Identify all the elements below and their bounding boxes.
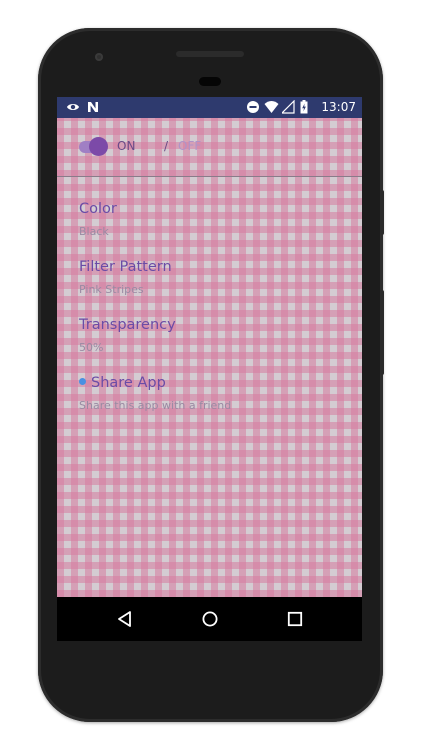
battery-icon bbox=[300, 100, 308, 114]
pref-title: Share App bbox=[79, 375, 231, 392]
status-time: 13:07 bbox=[321, 100, 356, 114]
on-label[interactable]: ON bbox=[117, 139, 135, 153]
toggle-thumb[interactable] bbox=[89, 137, 108, 156]
screen: 13:07 ON / OFF Color Black Filter Patter… bbox=[57, 97, 362, 597]
eye-icon bbox=[67, 104, 79, 110]
pref-summary: Share this app with a friend bbox=[79, 399, 232, 412]
pref-summary: 50% bbox=[79, 341, 104, 354]
pref-share-app[interactable]: Share App Share this app with a friend bbox=[79, 375, 231, 412]
pref-summary: Black bbox=[79, 225, 109, 238]
share-app-label: Share App bbox=[91, 375, 166, 391]
earpiece-speaker bbox=[176, 51, 244, 57]
separator: / bbox=[164, 139, 169, 153]
pref-filter-pattern[interactable]: Filter Pattern Pink Stripes bbox=[79, 259, 172, 296]
front-camera bbox=[95, 53, 103, 61]
pref-summary: Pink Stripes bbox=[79, 283, 144, 296]
pref-color[interactable]: Color Black bbox=[79, 201, 117, 238]
home-icon[interactable] bbox=[200, 609, 220, 629]
recents-icon[interactable] bbox=[285, 609, 305, 629]
divider bbox=[57, 176, 362, 177]
back-icon[interactable] bbox=[115, 609, 135, 629]
pref-title: Transparency bbox=[79, 317, 176, 333]
n-icon bbox=[88, 102, 98, 112]
sensor-slot bbox=[199, 77, 221, 86]
share-dot-icon bbox=[79, 378, 86, 385]
volume-button bbox=[380, 290, 384, 375]
wifi-icon bbox=[264, 101, 279, 113]
do-not-disturb-icon bbox=[247, 101, 259, 113]
status-bar: 13:07 bbox=[57, 97, 362, 118]
off-label[interactable]: OFF bbox=[178, 139, 201, 153]
power-button bbox=[380, 190, 384, 235]
navigation-bar bbox=[57, 597, 362, 641]
pref-transparency[interactable]: Transparency 50% bbox=[79, 317, 176, 354]
pref-title: Filter Pattern bbox=[79, 259, 172, 275]
pref-title: Color bbox=[79, 201, 117, 217]
signal-icon bbox=[282, 100, 295, 114]
status-right-icons: 13:07 bbox=[246, 100, 356, 115]
